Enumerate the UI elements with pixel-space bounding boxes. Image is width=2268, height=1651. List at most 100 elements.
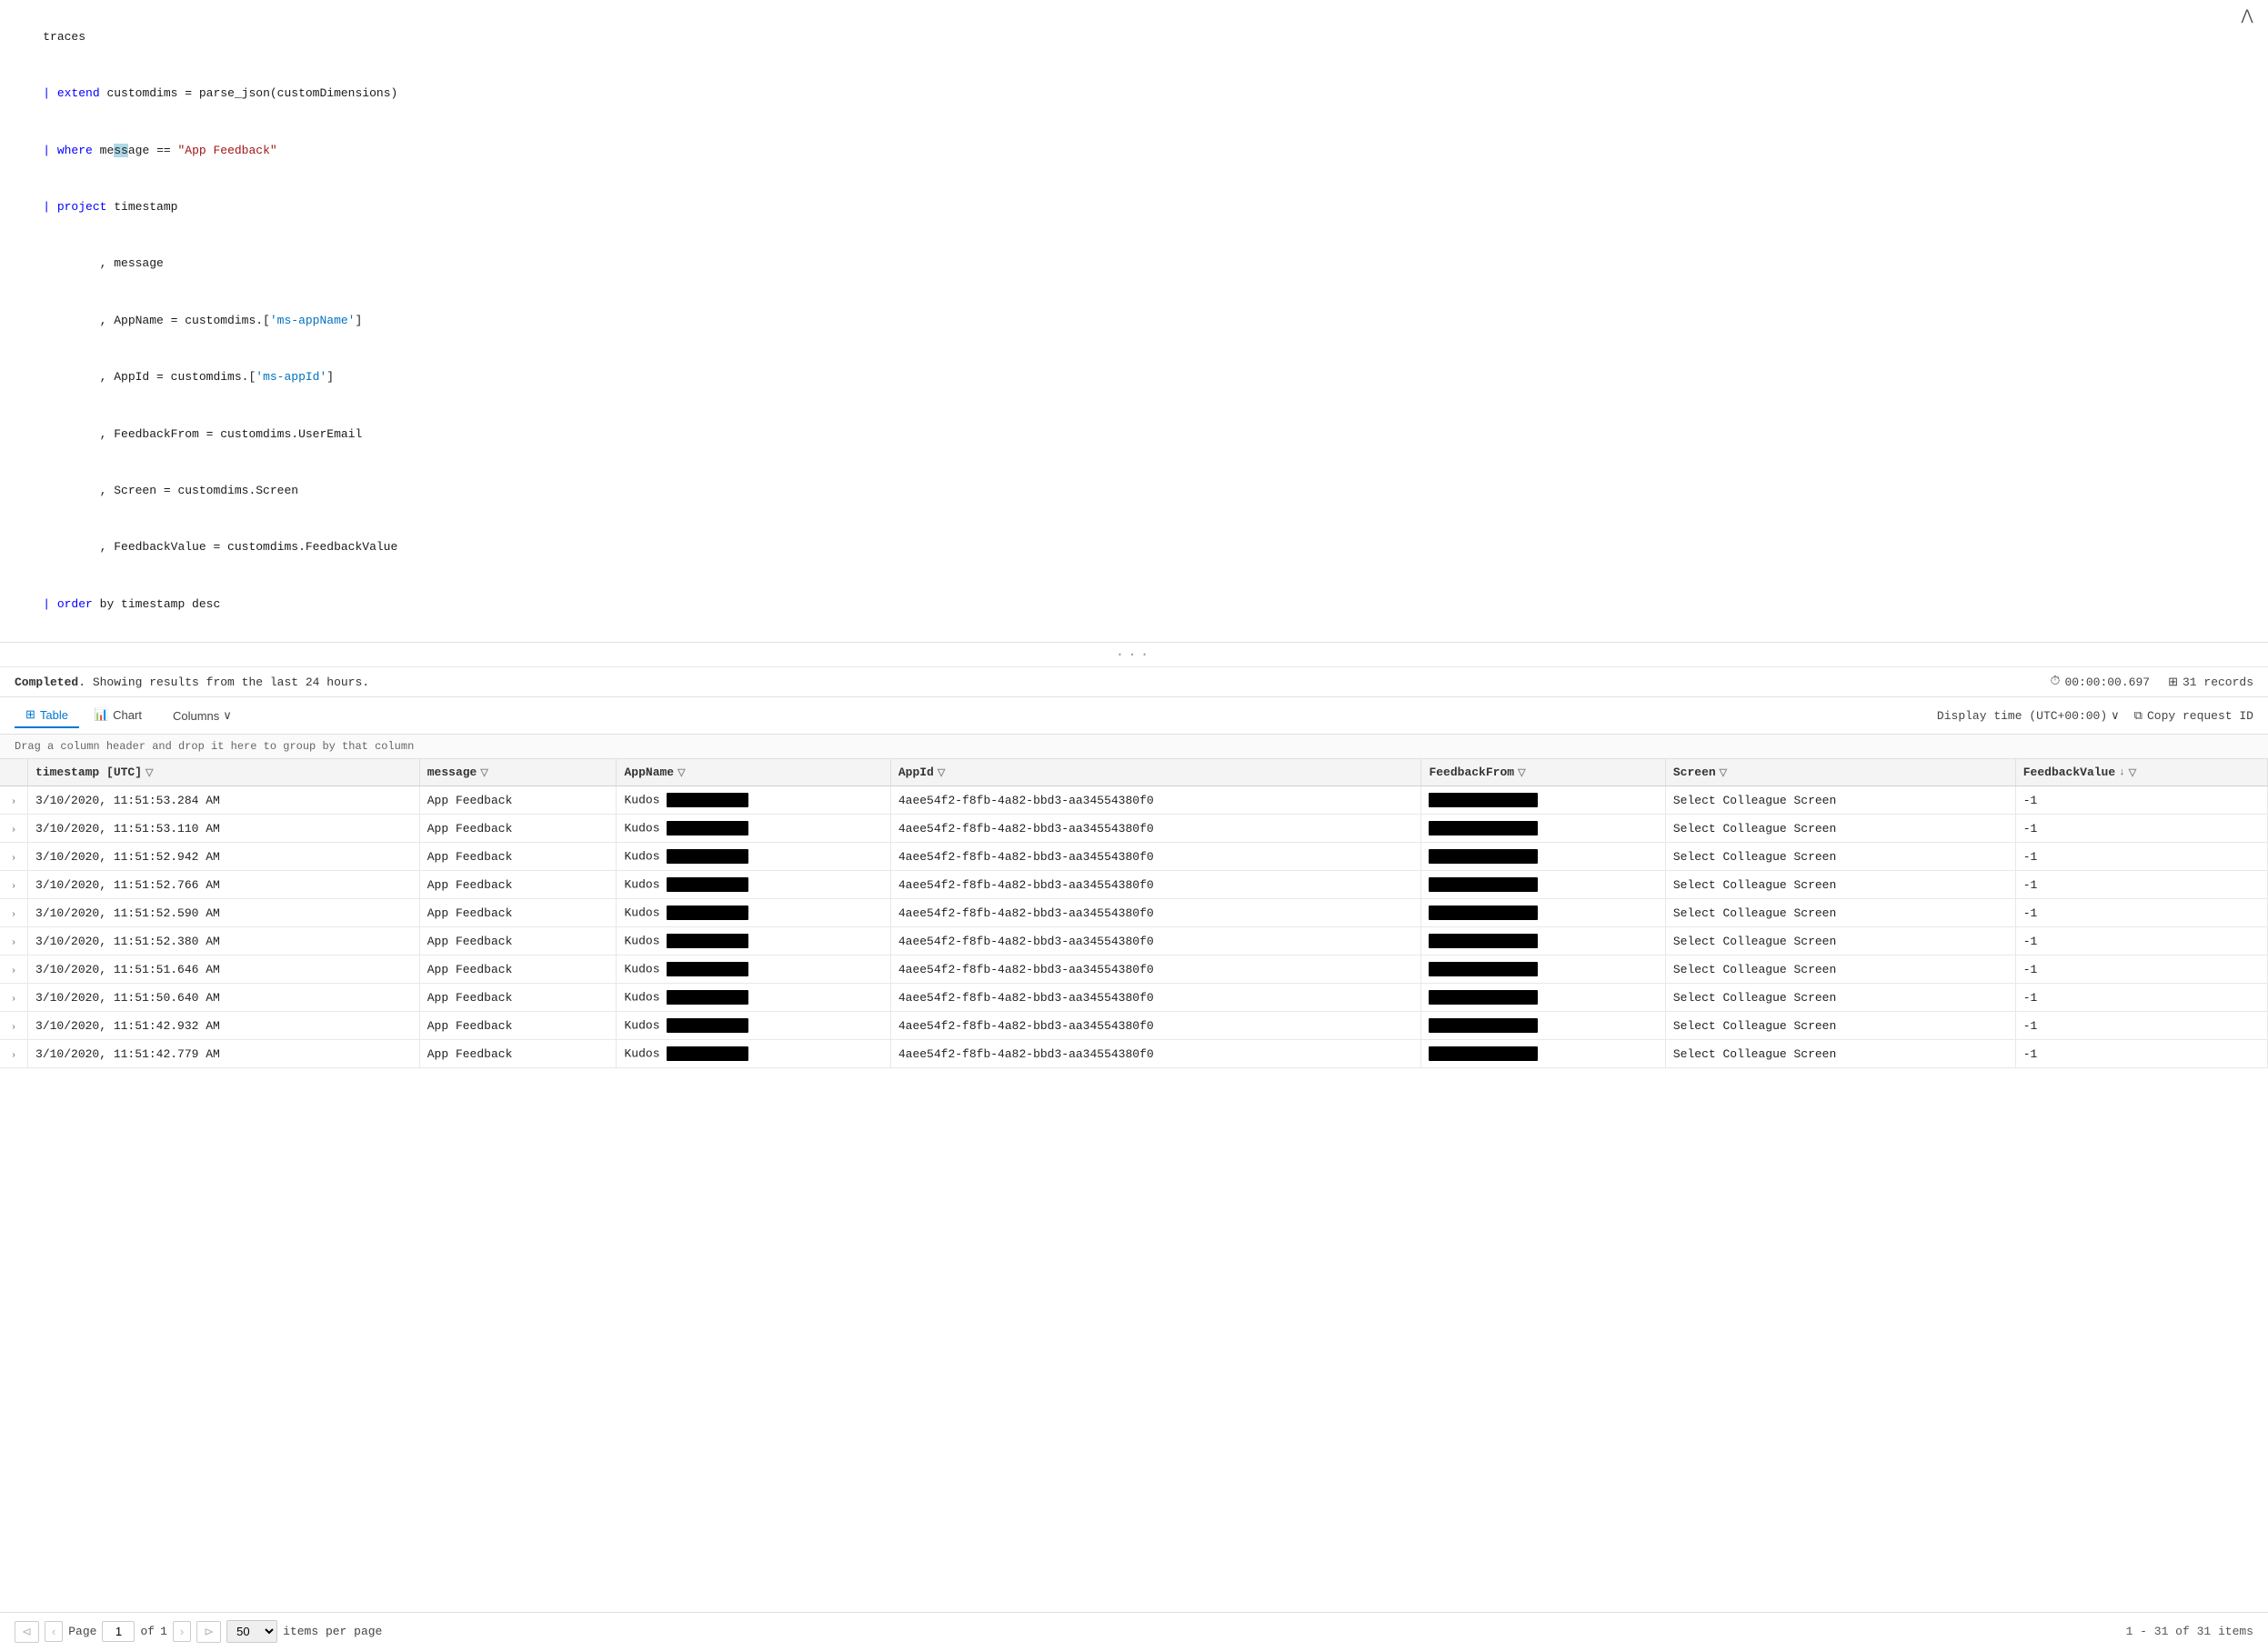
col-message[interactable]: message ▽ [419, 759, 617, 786]
col-feedbackfrom[interactable]: FeedbackFrom ▽ [1421, 759, 1665, 786]
expand-row-button[interactable]: › [7, 795, 20, 809]
filter-icon-screen[interactable]: ▽ [1720, 766, 1727, 779]
redacted-appname [667, 962, 748, 976]
results-table: timestamp [UTC] ▽ message ▽ AppName ▽ [0, 759, 2268, 1068]
execution-time: 00:00:00.697 [2051, 675, 2151, 689]
cell-feedbackvalue: -1 [2015, 927, 2267, 956]
cell-appid: 4aee54f2-f8fb-4a82-bbd3-aa34554380f0 [890, 815, 1421, 843]
copy-request-id-button[interactable]: ⧉ Copy request ID [2134, 709, 2253, 723]
expand-row-button[interactable]: › [7, 908, 20, 922]
col-expand [0, 759, 28, 786]
cell-screen: Select Colleague Screen [1665, 815, 2015, 843]
code-line-10: , FeedbackValue = customdims.FeedbackVal… [15, 520, 2253, 576]
col-appid[interactable]: AppId ▽ [890, 759, 1421, 786]
col-screen[interactable]: Screen ▽ [1665, 759, 2015, 786]
filter-icon-appname[interactable]: ▽ [677, 766, 685, 779]
cell-screen: Select Colleague Screen [1665, 956, 2015, 984]
cell-appname: Kudos [617, 899, 890, 927]
cell-screen: Select Colleague Screen [1665, 899, 2015, 927]
code-line-6: , AppName = customdims.['ms-appName'] [15, 293, 2253, 349]
cell-appid: 4aee54f2-f8fb-4a82-bbd3-aa34554380f0 [890, 899, 1421, 927]
redacted-appname [667, 906, 748, 920]
prev-page-button[interactable]: ‹ [45, 1621, 63, 1642]
columns-button[interactable]: Columns ∨ [164, 704, 241, 727]
table-row: ›3/10/2020, 11:51:51.646 AMApp FeedbackK… [0, 956, 2268, 984]
page-number-input[interactable] [102, 1621, 135, 1642]
cell-appid: 4aee54f2-f8fb-4a82-bbd3-aa34554380f0 [890, 956, 1421, 984]
filter-icon-feedbackfrom[interactable]: ▽ [1518, 766, 1525, 779]
table-row: ›3/10/2020, 11:51:52.380 AMApp FeedbackK… [0, 927, 2268, 956]
cell-feedbackvalue: -1 [2015, 956, 2267, 984]
table-row: ›3/10/2020, 11:51:52.942 AMApp FeedbackK… [0, 843, 2268, 871]
expand-row-button[interactable]: › [7, 880, 20, 894]
cell-feedbackvalue: -1 [2015, 1040, 2267, 1068]
cell-appid: 4aee54f2-f8fb-4a82-bbd3-aa34554380f0 [890, 1012, 1421, 1040]
code-editor[interactable]: traces | extend customdims = parse_json(… [0, 0, 2268, 643]
pagination-info: 1 - 31 of 31 items [2126, 1625, 2253, 1638]
cell-timestamp: 3/10/2020, 11:51:51.646 AM [28, 956, 420, 984]
records-icon [2168, 675, 2178, 689]
expand-row-button[interactable]: › [7, 993, 20, 1006]
toolbar-right: Display time (UTC+00:00) ∨ ⧉ Copy reques… [1937, 709, 2253, 723]
chart-icon: 📊 [94, 707, 108, 722]
cell-feedbackvalue: -1 [2015, 899, 2267, 927]
code-line-7: , AppId = customdims.['ms-appId'] [15, 349, 2253, 405]
cell-appid: 4aee54f2-f8fb-4a82-bbd3-aa34554380f0 [890, 786, 1421, 815]
tab-table-label: Table [40, 708, 68, 722]
tab-chart[interactable]: 📊 Chart [83, 703, 153, 728]
cell-message: App Feedback [419, 956, 617, 984]
cell-appname: Kudos [617, 786, 890, 815]
expand-row-button[interactable]: › [7, 1049, 20, 1063]
filter-icon-timestamp[interactable]: ▽ [146, 766, 153, 779]
tab-table[interactable]: Table [15, 703, 79, 728]
col-timestamp[interactable]: timestamp [UTC] ▽ [28, 759, 420, 786]
expand-row-button[interactable]: › [7, 936, 20, 950]
cell-message: App Feedback [419, 899, 617, 927]
first-page-button[interactable]: ⊲ [15, 1621, 39, 1643]
redacted-feedbackfrom [1429, 990, 1538, 1005]
page-label: Page [68, 1625, 96, 1638]
items-per-page-label: items per page [283, 1625, 382, 1638]
cell-appname: Kudos [617, 927, 890, 956]
cell-timestamp: 3/10/2020, 11:51:52.766 AM [28, 871, 420, 899]
cell-screen: Select Colleague Screen [1665, 843, 2015, 871]
pagination-bar: ⊲ ‹ Page of 1 › ⊳ 10 25 50 100 200 items… [0, 1612, 2268, 1650]
filter-icon-feedbackvalue[interactable]: ▽ [2129, 766, 2136, 779]
table-icon [25, 707, 35, 722]
redacted-feedbackfrom [1429, 821, 1538, 836]
redacted-feedbackfrom [1429, 962, 1538, 976]
chevron-down-icon: ∨ [223, 708, 232, 723]
copy-request-label: Copy request ID [2147, 709, 2253, 723]
code-line-2: | extend customdims = parse_json(customD… [15, 65, 2253, 122]
expand-row-button[interactable]: › [7, 824, 20, 837]
col-feedbackvalue[interactable]: FeedbackValue ↓ ▽ [2015, 759, 2267, 786]
table-row: ›3/10/2020, 11:51:53.110 AMApp FeedbackK… [0, 815, 2268, 843]
display-time-selector[interactable]: Display time (UTC+00:00) ∨ [1937, 709, 2120, 723]
clock-icon [2051, 675, 2061, 689]
next-page-button[interactable]: › [173, 1621, 191, 1642]
collapse-button[interactable]: ⋀ [2237, 7, 2257, 27]
table-row: ›3/10/2020, 11:51:42.779 AMApp FeedbackK… [0, 1040, 2268, 1068]
col-appname[interactable]: AppName ▽ [617, 759, 890, 786]
code-line-4: | project timestamp [15, 179, 2253, 235]
expand-row-button[interactable]: › [7, 1021, 20, 1035]
cell-appname: Kudos [617, 1040, 890, 1068]
items-per-page-select[interactable]: 10 25 50 100 200 [226, 1620, 277, 1643]
last-page-button[interactable]: ⊳ [196, 1621, 221, 1643]
cell-feedbackfrom [1421, 871, 1665, 899]
cell-message: App Feedback [419, 1012, 617, 1040]
status-right: 00:00:00.697 31 records [2051, 675, 2253, 689]
table-row: ›3/10/2020, 11:51:42.932 AMApp FeedbackK… [0, 1012, 2268, 1040]
results-table-container[interactable]: timestamp [UTC] ▽ message ▽ AppName ▽ [0, 759, 2268, 1612]
columns-label: Columns [173, 709, 219, 723]
cell-message: App Feedback [419, 815, 617, 843]
expand-row-button[interactable]: › [7, 965, 20, 978]
filter-icon-message[interactable]: ▽ [480, 766, 487, 779]
expand-row-button[interactable]: › [7, 852, 20, 866]
redacted-appname [667, 934, 748, 948]
cell-appid: 4aee54f2-f8fb-4a82-bbd3-aa34554380f0 [890, 871, 1421, 899]
filter-icon-appid[interactable]: ▽ [938, 766, 945, 779]
status-detail: . Showing results from the last 24 hours… [78, 675, 369, 689]
sort-icon-feedbackvalue[interactable]: ↓ [2119, 767, 2125, 778]
cell-message: App Feedback [419, 843, 617, 871]
